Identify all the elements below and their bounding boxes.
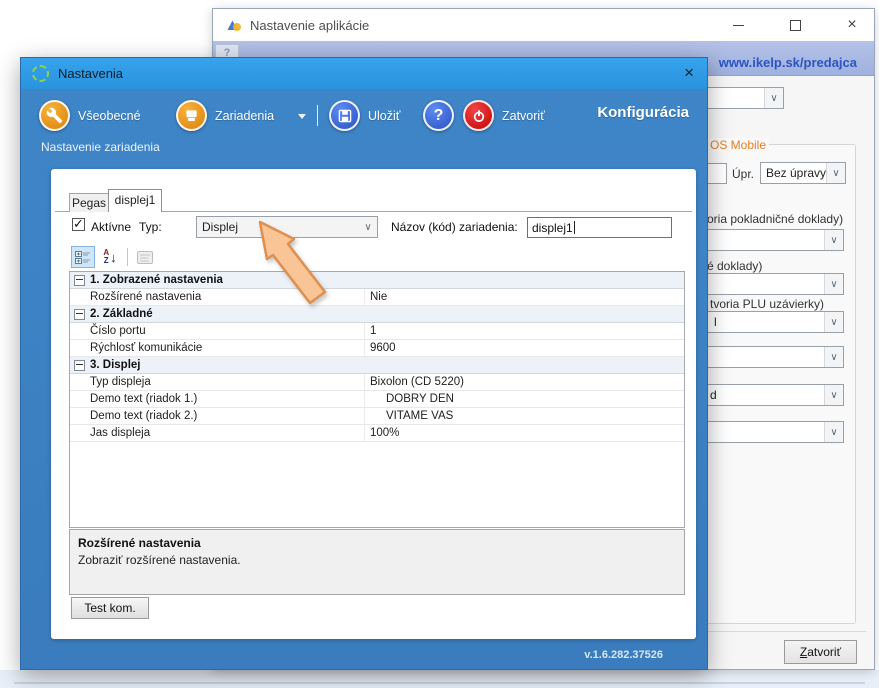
label-fragment-3: tvoria PLU uzávierky) xyxy=(710,297,824,311)
power-icon xyxy=(463,100,494,131)
app-icon xyxy=(226,18,242,33)
property-pages-icon xyxy=(137,251,153,264)
chevron-down-icon: ∨ xyxy=(824,230,843,250)
property-category-row[interactable]: 2. Základné xyxy=(70,306,684,323)
settings-titlebar[interactable]: Nastavenia × xyxy=(21,58,707,89)
property-row[interactable]: Rozšírené nastaveniaNie xyxy=(70,289,684,306)
tab-pegas[interactable]: Pegas xyxy=(69,193,109,212)
chevron-down-icon: ∨ xyxy=(824,385,843,405)
property-row[interactable]: Jas displeja100% xyxy=(70,425,684,442)
az-sort-icon: AZ↓ xyxy=(103,249,116,265)
pg-toolbar-separator xyxy=(127,248,128,266)
save-disk-icon xyxy=(329,100,360,131)
save-button[interactable]: Uložiť xyxy=(329,100,400,131)
description-title: Rozšírené nastavenia xyxy=(78,536,676,550)
collapse-minus-icon[interactable] xyxy=(74,309,85,320)
type-label: Typ: xyxy=(139,220,162,234)
question-icon: ? xyxy=(423,100,454,131)
chevron-down-icon: ∨ xyxy=(764,88,783,108)
test-communication-button[interactable]: Test kom. xyxy=(71,597,149,619)
chevron-down-icon: ∨ xyxy=(824,347,843,367)
property-grid: 1. Zobrazené nastaveniaRozšírené nastave… xyxy=(69,271,685,528)
type-combo[interactable]: Displej ∨ xyxy=(196,216,378,238)
label-fragment-2: é doklady) xyxy=(707,259,762,273)
text-caret xyxy=(574,221,575,234)
collapse-minus-icon[interactable] xyxy=(74,275,85,286)
device-panel: Pegas displej1 ✓ Aktívne Typ: Displej ∨ … xyxy=(51,169,696,639)
desktop-strip xyxy=(0,670,879,688)
chevron-down-icon: ∨ xyxy=(824,274,843,294)
label-fragment-1: oria pokladničné doklady) xyxy=(707,212,843,226)
chevron-down-icon: ∨ xyxy=(824,422,843,442)
mode-label: Konfigurácia xyxy=(597,104,689,121)
app-settings-titlebar[interactable]: Nastavenie aplikácie × xyxy=(213,9,874,41)
check-icon: ✓ xyxy=(73,216,84,232)
property-category-row[interactable]: 3. Displej xyxy=(70,357,684,374)
version-label: v.1.6.282.37526 xyxy=(584,649,663,661)
property-row[interactable]: Demo text (riadok 1.) DOBRY DEN xyxy=(70,391,684,408)
settings-window: Nastavenia × Všeobecné Zariadenia Uložiť… xyxy=(20,57,708,670)
property-row[interactable]: Demo text (riadok 2.) VITAME VAS xyxy=(70,408,684,425)
help-button[interactable]: ? xyxy=(423,100,454,131)
close-toolbar-button[interactable]: Zatvoriť xyxy=(463,100,545,131)
tab-displej1[interactable]: displej1 xyxy=(108,189,162,212)
chevron-down-icon: ∨ xyxy=(359,217,377,237)
description-text: Zobraziť rozšírené nastavenia. xyxy=(78,553,676,567)
devices-button[interactable]: Zariadenia xyxy=(176,100,274,131)
settings-window-title: Nastavenia xyxy=(58,66,123,81)
alphabetical-sort-button[interactable]: AZ↓ xyxy=(98,246,122,268)
minimize-icon[interactable] xyxy=(726,18,750,32)
app-window-title: Nastavenie aplikácie xyxy=(250,18,369,33)
chevron-down-icon: ∨ xyxy=(826,163,845,183)
general-button[interactable]: Všeobecné xyxy=(39,100,141,131)
devices-dropdown-chevron-icon[interactable] xyxy=(298,114,306,119)
chevron-down-icon: ∨ xyxy=(824,312,843,332)
property-category-row[interactable]: 1. Zobrazené nastavenia xyxy=(70,272,684,289)
mobile-group-label: OS Mobile xyxy=(707,138,769,152)
active-checkbox-label: Aktívne xyxy=(91,220,131,234)
property-pages-button xyxy=(133,246,157,268)
wrench-icon xyxy=(39,100,70,131)
upr-combo[interactable]: Bez úpravy∨ xyxy=(760,162,846,184)
device-icon xyxy=(176,100,207,131)
categorized-icon xyxy=(75,250,91,264)
property-row[interactable]: Typ displejaBixolon (CD 5220) xyxy=(70,374,684,391)
ikelp-link[interactable]: www.ikelp.sk/predajca xyxy=(719,55,857,70)
close-icon[interactable]: × xyxy=(684,63,694,83)
upr-label: Úpr. xyxy=(732,167,754,181)
property-grid-rows: 1. Zobrazené nastaveniaRozšírené nastave… xyxy=(70,272,684,442)
device-name-input[interactable]: displej1 xyxy=(527,217,672,238)
categorized-view-button[interactable] xyxy=(71,246,95,268)
collapse-minus-icon[interactable] xyxy=(74,360,85,371)
property-row[interactable]: Číslo portu1 xyxy=(70,323,684,340)
app-close-button[interactable]: Zatvoriť xyxy=(784,640,857,664)
device-name-label: Názov (kód) zariadenia: xyxy=(391,220,518,234)
section-subtitle: Nastavenie zariadenia xyxy=(41,140,160,154)
maximize-icon[interactable] xyxy=(783,18,807,32)
toolbar-separator xyxy=(317,105,318,126)
description-panel: Rozšírené nastavenia Zobraziť rozšírené … xyxy=(69,529,685,595)
active-checkbox[interactable]: ✓ xyxy=(72,218,85,231)
settings-window-icon xyxy=(32,65,49,82)
close-icon[interactable]: × xyxy=(840,17,864,33)
property-row[interactable]: Rýchlosť komunikácie9600 xyxy=(70,340,684,357)
